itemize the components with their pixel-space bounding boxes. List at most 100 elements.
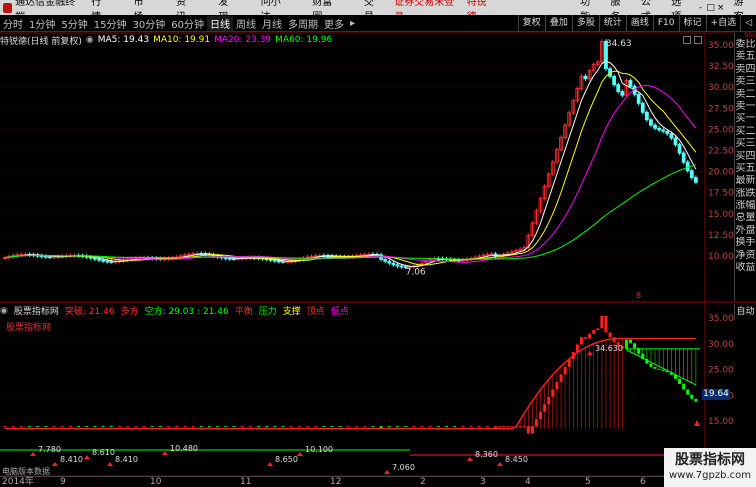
sidebar-item-0: 委比	[735, 39, 756, 50]
ind-candle	[256, 426, 260, 428]
ind-candle	[19, 426, 23, 428]
candle	[681, 152, 686, 163]
date-tick-9: 6	[640, 477, 646, 487]
candle	[48, 256, 52, 259]
ind-point-label-1: 7.780	[38, 445, 61, 454]
ma20-line	[4, 84, 697, 263]
ma60-line	[4, 164, 697, 260]
indicator-dot-icon[interactable]: ◉	[0, 306, 8, 316]
indicator-value-3: 平衡	[234, 307, 253, 317]
candle	[653, 124, 657, 129]
ind-candle	[306, 426, 310, 428]
price-tick-1: 32.50	[708, 62, 734, 72]
up-arrow-icon	[52, 462, 58, 466]
date-tick-6: 3	[480, 477, 486, 487]
panel-maximize-icon[interactable]	[694, 36, 702, 44]
ind-point-label-6: 10.100	[305, 445, 333, 454]
candle	[281, 261, 285, 263]
price-tick-8: 15.00	[708, 210, 734, 220]
sidebar-item-17: 净资	[735, 249, 756, 261]
candle	[387, 260, 392, 264]
up-arrow-icon	[694, 420, 700, 426]
auto-button[interactable]: 自动	[734, 304, 756, 320]
ind-candle	[240, 426, 244, 428]
ind-candle	[371, 426, 375, 428]
ind-candle	[518, 426, 522, 428]
ind-candle	[498, 426, 502, 428]
ind-candle	[404, 426, 408, 428]
ind-candle	[387, 426, 391, 428]
ind-candle	[575, 344, 579, 352]
indicator-value-2: 空方: 29.03 : 21.46	[144, 307, 229, 317]
up-arrow-icon	[267, 462, 273, 466]
candle	[93, 257, 97, 260]
ind-point-label-9: 8.450	[505, 455, 528, 464]
settings-dot-icon[interactable]: ◉	[86, 35, 94, 45]
ind-tick-2: 25.00	[708, 366, 734, 376]
up-arrow-icon	[497, 462, 503, 466]
ind-candle	[469, 426, 473, 428]
up-arrow-icon	[107, 462, 113, 466]
indicator-value-4: 压力	[258, 307, 277, 317]
ind-candle	[52, 426, 56, 428]
ma60-label: MA60: 19.96	[275, 35, 333, 45]
candle	[657, 127, 662, 131]
marker-label: 8	[636, 291, 641, 300]
ind-candle	[330, 426, 334, 428]
candle	[88, 256, 93, 259]
ind-candle	[494, 426, 498, 428]
ind-candle	[191, 426, 195, 428]
indicator-value-5: 支撑	[282, 307, 301, 317]
ind-candle	[477, 426, 481, 428]
pressure-line	[626, 349, 697, 386]
date-tick-2: 10	[150, 477, 162, 487]
ind-candle	[117, 426, 121, 428]
ind-candle	[461, 426, 465, 428]
candle	[272, 259, 277, 262]
ind-candle	[224, 426, 228, 428]
date-tick-4: 12	[330, 477, 342, 487]
ind-candle	[314, 426, 318, 428]
ind-candle	[551, 389, 555, 397]
ind-candle	[297, 426, 301, 428]
candle	[277, 260, 281, 263]
ind-candle	[60, 426, 64, 428]
ind-candle	[273, 426, 277, 428]
price-tick-3: 27.50	[708, 104, 734, 114]
price-tick-5: 22.50	[708, 147, 734, 157]
ind-candle	[633, 343, 637, 349]
indicator-value-7: 低点	[330, 307, 349, 317]
sidebar-item-8: 买三	[735, 138, 756, 150]
sidebar-item-5: 卖一	[735, 100, 756, 112]
ind-candle	[93, 426, 97, 428]
ind-candle	[3, 426, 7, 428]
main-chart-infobar: 特锐德(日线 前复权) ◉ MA5: 19.43 MA10: 19.91 MA2…	[0, 33, 705, 47]
sidebar-item-16: 换手	[735, 237, 756, 249]
ind-candle	[510, 426, 514, 428]
ind-candle	[175, 426, 179, 428]
candle	[640, 102, 645, 113]
sidebar-item-15: 外盘	[735, 224, 756, 236]
sidebar-item-1: 卖五	[735, 51, 756, 63]
price-tick-6: 20.00	[708, 168, 734, 178]
ind-point-label-0: 8.410	[60, 455, 83, 464]
indicator-subtitle: 股票指标网	[6, 323, 52, 333]
ind-candle	[232, 426, 236, 428]
up-arrow-icon	[84, 455, 90, 459]
ind-candle	[629, 339, 632, 344]
ma10-label: MA10: 19.91	[153, 35, 211, 45]
candle	[43, 255, 48, 258]
candle	[223, 257, 228, 260]
ind-candle	[559, 374, 563, 382]
date-tick-3: 11	[240, 477, 252, 487]
ind-point-label-10: 34.630	[595, 344, 623, 353]
panel-restore-icon[interactable]	[683, 36, 691, 44]
candle	[677, 144, 682, 154]
watermark: 股票指标网 www.7gpzb.com	[664, 448, 756, 487]
ind-candle	[649, 363, 653, 367]
sidebar-item-6: 买一	[735, 113, 756, 125]
price-tick-10: 10.00	[708, 252, 734, 262]
kline-chart[interactable]: 35.00 32.50 30.00 27.50 25.00 22.50 20.00 17.50…	[0, 0, 756, 487]
ind-candle	[77, 426, 81, 428]
ind-candle	[445, 426, 449, 428]
